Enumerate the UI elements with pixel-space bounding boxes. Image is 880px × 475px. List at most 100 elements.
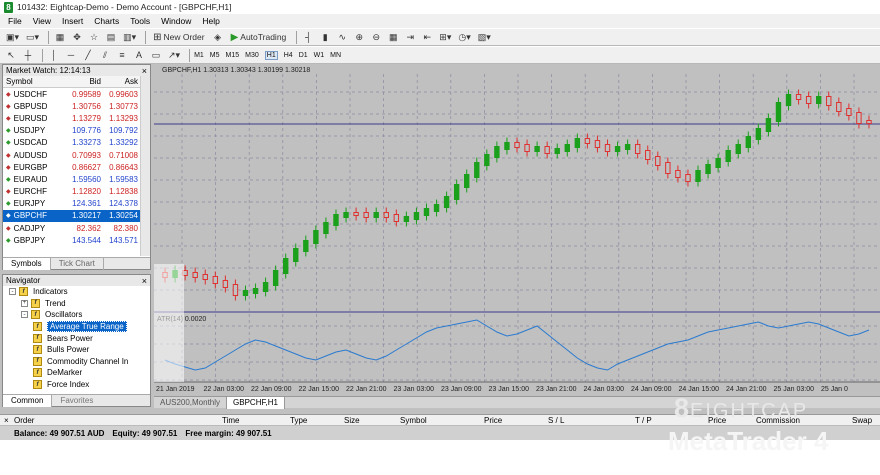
candlestick-icon[interactable]: ▮ (318, 30, 332, 44)
menu-view[interactable]: View (33, 16, 51, 26)
close-icon[interactable]: × (4, 416, 9, 425)
trendline-icon[interactable]: ╱ (81, 48, 95, 62)
market-watch-icon[interactable]: ▦ (53, 30, 67, 44)
collapse-icon[interactable]: - (9, 288, 16, 296)
price-chart[interactable]: GBPCHF,H1 1.30313 1.30343 1.30199 1.3021… (154, 64, 880, 396)
timeframe-m15[interactable]: M15 (226, 52, 240, 59)
timeframe-d1[interactable]: D1 (299, 52, 308, 59)
symbol-name: EURJPY (13, 199, 46, 209)
col-time[interactable]: Time (222, 416, 239, 425)
arrows-icon[interactable]: ↗▾ (166, 48, 182, 62)
menu-file[interactable]: File (8, 16, 22, 26)
timeframe-w1[interactable]: W1 (314, 52, 325, 59)
close-icon[interactable]: × (142, 66, 150, 76)
market-watch-row[interactable]: ◆ AUDUSD 0.70993 0.71008 (3, 149, 150, 161)
close-icon[interactable]: × (142, 276, 150, 286)
bar-chart-icon[interactable]: ┤ (301, 30, 315, 44)
horizontal-line-icon[interactable]: ─ (64, 48, 78, 62)
market-watch-row[interactable]: ◆ EURGBP 0.86627 0.86643 (3, 161, 150, 173)
col-symbol[interactable]: Symbol (3, 77, 65, 86)
market-watch-row[interactable]: ◆ USDCAD 1.33273 1.33292 (3, 137, 150, 149)
market-watch-row[interactable]: ◆ USDJPY 109.776 109.792 (3, 125, 150, 137)
tile-windows-icon[interactable]: ▦ (386, 30, 400, 44)
title-bar: 8 101432: Eightcap-Demo - Demo Account -… (0, 0, 880, 14)
new-chart-icon[interactable]: ▣▾ (4, 30, 21, 44)
navigator-item[interactable]: - f Oscillators (3, 309, 150, 321)
navigator-item[interactable]: f Average True Range (3, 321, 150, 333)
navigator-item-label: Average True Range (47, 321, 127, 333)
market-watch-row[interactable]: ◆ GBPJPY 143.544 143.571 (3, 234, 150, 246)
metaeditor-icon[interactable]: ◈ (211, 30, 225, 44)
tab-symbols[interactable]: Symbols (3, 257, 51, 270)
label-icon[interactable]: ▭ (149, 48, 163, 62)
col-ask[interactable]: Ask (101, 77, 138, 86)
cursor-icon[interactable]: ↖ (4, 48, 18, 62)
periods-icon[interactable]: ◷▾ (456, 30, 472, 44)
navigator-icon[interactable]: ☆ (87, 30, 101, 44)
market-watch-row[interactable]: ◆ CADJPY 82.362 82.380 (3, 222, 150, 234)
market-watch-scrollbar[interactable] (140, 76, 150, 256)
col-tp[interactable]: T / P (635, 416, 652, 425)
timeframe-m5[interactable]: M5 (210, 52, 220, 59)
market-watch-row[interactable]: ◆ EURJPY 124.361 124.378 (3, 198, 150, 210)
timeframe-m1[interactable]: M1 (194, 52, 204, 59)
vertical-line-icon[interactable]: │ (47, 48, 61, 62)
data-window-icon[interactable]: ✥ (70, 30, 84, 44)
navigator-item[interactable]: f Force Index (3, 379, 150, 391)
templates-icon[interactable]: ▧▾ (476, 30, 493, 44)
zoom-in-icon[interactable]: ⊕ (352, 30, 366, 44)
menu-charts[interactable]: Charts (94, 16, 119, 26)
navigator-item[interactable]: + f Trend (3, 298, 150, 310)
tab-tick-chart[interactable]: Tick Chart (51, 257, 104, 270)
auto-trading-button[interactable]: ▶ AutoTrading (228, 30, 290, 44)
timeframe-h1[interactable]: H1 (264, 50, 278, 60)
menu-insert[interactable]: Insert (62, 16, 83, 26)
navigator-item[interactable]: f DeMarker (3, 367, 150, 379)
menu-tools[interactable]: Tools (130, 16, 150, 26)
chart-tab-gbpchf[interactable]: GBPCHF,H1 (227, 397, 285, 409)
collapse-icon[interactable]: - (21, 311, 28, 319)
tab-common[interactable]: Common (3, 394, 53, 407)
col-symbol[interactable]: Symbol (400, 416, 427, 425)
candle-body (624, 144, 631, 150)
timeframe-mn[interactable]: MN (330, 52, 341, 59)
arrow-up-icon: ◆ (6, 140, 11, 147)
expand-icon[interactable]: + (21, 299, 28, 307)
col-type[interactable]: Type (290, 416, 307, 425)
channel-icon[interactable]: ⫽ (98, 48, 112, 62)
menu-window[interactable]: Window (161, 16, 191, 26)
market-watch-row[interactable]: ◆ GBPCHF 1.30217 1.30254 (3, 209, 150, 223)
new-order-button[interactable]: ⊞ New Order (150, 30, 207, 44)
market-watch-row[interactable]: ◆ EURCHF 1.12820 1.12838 (3, 186, 150, 198)
autoscroll-icon[interactable]: ⇥ (403, 30, 417, 44)
market-watch-row[interactable]: ◆ EURAUD 1.59560 1.59583 (3, 173, 150, 185)
chart-tab-aus200[interactable]: AUS200,Monthly (154, 397, 228, 409)
navigator-item[interactable]: f Commodity Channel In (3, 356, 150, 368)
menu-help[interactable]: Help (202, 16, 219, 26)
terminal-icon[interactable]: ▤ (104, 30, 118, 44)
navigator-item[interactable]: f Bears Power (3, 332, 150, 344)
tester-icon[interactable]: ▥▾ (121, 30, 138, 44)
profiles-icon[interactable]: ▭▾ (24, 30, 41, 44)
timeframe-h4[interactable]: H4 (284, 52, 293, 59)
market-watch-row[interactable]: ◆ EURUSD 1.13279 1.13293 (3, 112, 150, 124)
line-chart-icon[interactable]: ∿ (335, 30, 349, 44)
market-watch-row[interactable]: ◆ GBPUSD 1.30756 1.30773 (3, 100, 150, 112)
navigator-item[interactable]: f Bulls Power (3, 344, 150, 356)
col-size[interactable]: Size (344, 416, 360, 425)
fibonacci-icon[interactable]: ≡ (115, 48, 129, 62)
col-price[interactable]: Price (484, 416, 502, 425)
indicators-icon[interactable]: ⊞▾ (437, 30, 453, 44)
chart-window[interactable]: GBPCHF,H1 1.30313 1.30343 1.30199 1.3021… (154, 64, 880, 396)
col-order[interactable]: Order (14, 416, 34, 425)
navigator-item[interactable]: - f Indicators (3, 286, 150, 298)
text-icon[interactable]: A (132, 48, 146, 62)
col-bid[interactable]: Bid (65, 77, 101, 86)
col-sl[interactable]: S / L (548, 416, 564, 425)
market-watch-row[interactable]: ◆ USDCHF 0.99589 0.99603 (3, 88, 150, 100)
tab-favorites[interactable]: Favorites (52, 395, 101, 407)
zoom-out-icon[interactable]: ⊖ (369, 30, 383, 44)
timeframe-m30[interactable]: M30 (245, 52, 259, 59)
chart-shift-icon[interactable]: ⇤ (420, 30, 434, 44)
crosshair-icon[interactable]: ┼ (21, 48, 35, 62)
